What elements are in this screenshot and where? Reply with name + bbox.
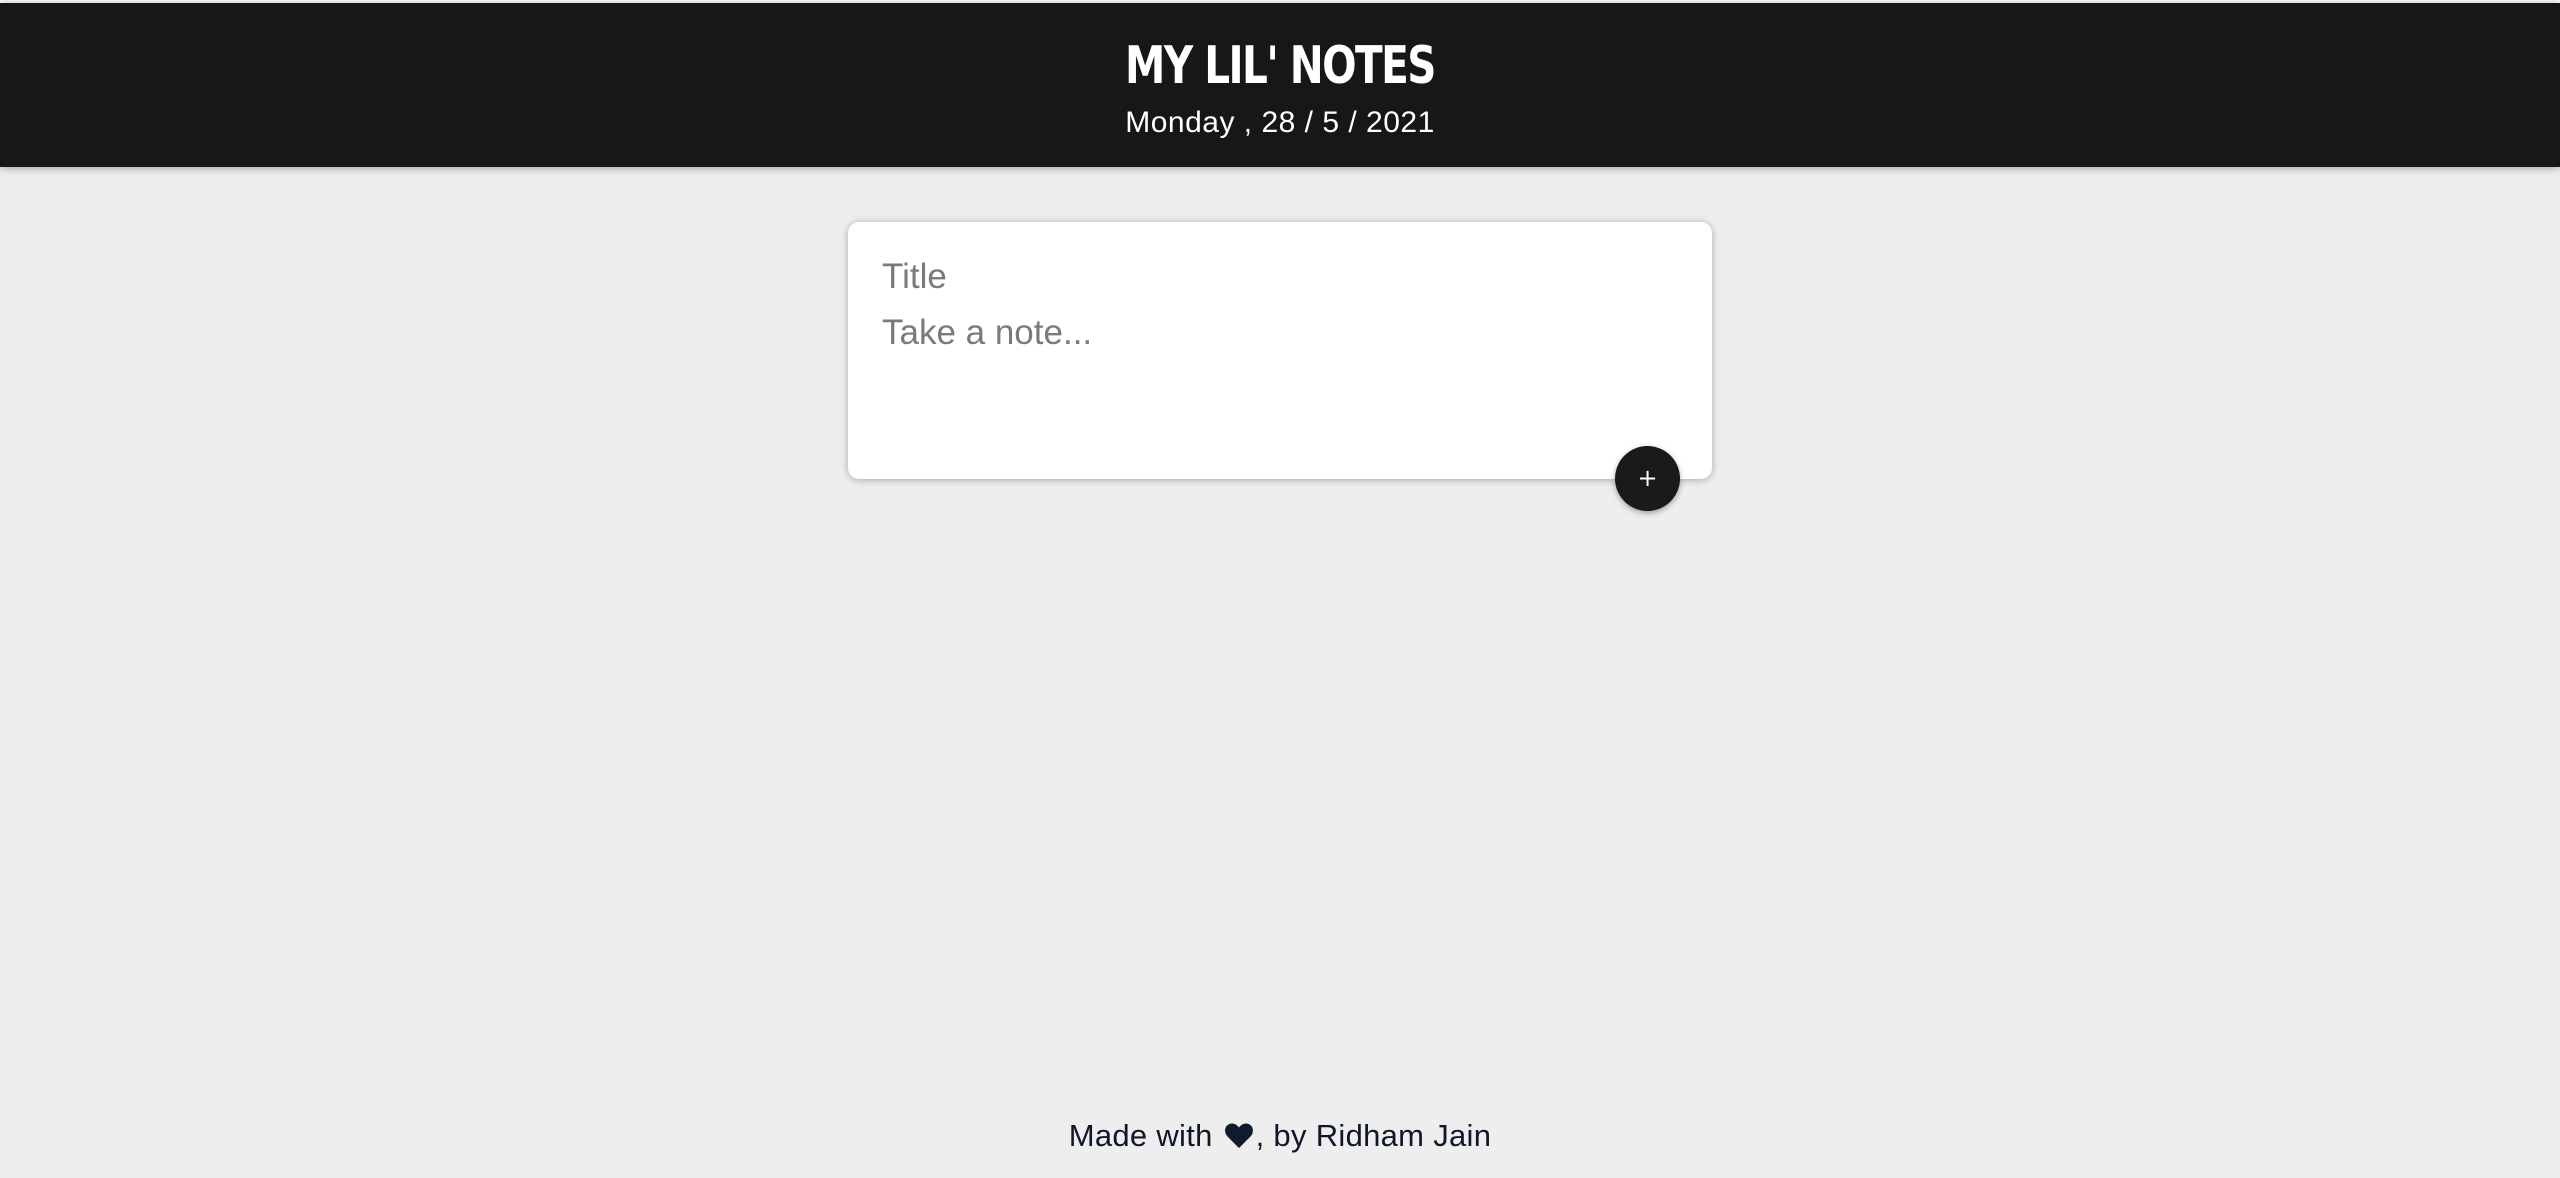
footer: Made with , by Ridham Jain — [0, 1114, 2560, 1158]
footer-prefix: Made with — [1068, 1118, 1222, 1153]
heart-icon — [1224, 1117, 1254, 1148]
app-header: MY LIL' NOTES Monday , 28 / 5 / 2021 — [0, 3, 2560, 167]
current-date: Monday , 28 / 5 / 2021 — [1125, 106, 1435, 139]
note-content-input[interactable] — [882, 310, 1672, 410]
app-title: MY LIL' NOTES — [1125, 36, 1436, 96]
footer-suffix: , by Ridham Jain — [1255, 1118, 1492, 1153]
note-title-input[interactable] — [882, 254, 1672, 300]
add-note-button[interactable]: + — [1615, 446, 1680, 511]
create-note-form — [848, 222, 1712, 479]
